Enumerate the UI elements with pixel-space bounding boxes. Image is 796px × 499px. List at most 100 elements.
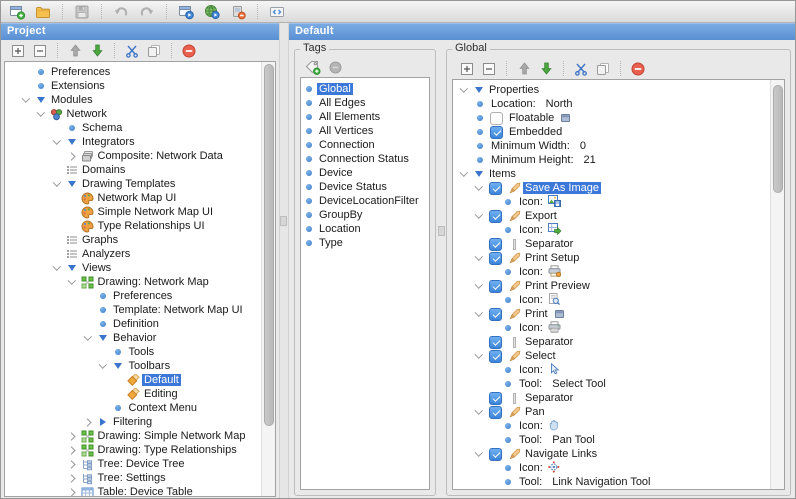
global-group-row[interactable]: Items — [453, 167, 771, 181]
tree-expander-closed[interactable] — [66, 488, 79, 496]
project-tree-row[interactable]: Views — [5, 261, 262, 275]
tree-expander-open[interactable] — [457, 168, 470, 177]
tree-expander-closed[interactable] — [66, 446, 79, 455]
checkbox-checked[interactable] — [489, 405, 502, 419]
toolbar-item-row[interactable]: Pan — [453, 405, 771, 419]
toolbar-item-row[interactable]: Export — [453, 209, 771, 223]
project-tree-row[interactable]: Table: Device Table — [5, 485, 262, 496]
open-project-button[interactable] — [30, 2, 56, 21]
project-tree-row[interactable]: Extensions — [5, 79, 262, 93]
global-group-row[interactable]: Properties — [453, 83, 771, 97]
checkbox-checked[interactable] — [489, 279, 502, 293]
tag-list-item[interactable]: Device — [301, 166, 429, 180]
checkbox-checked[interactable] — [489, 307, 502, 321]
tool-property-value[interactable]: Link Navigation Tool — [552, 476, 650, 488]
show-console-button[interactable] — [264, 2, 290, 21]
tag-list-item[interactable]: Connection Status — [301, 152, 429, 166]
global-scrollbar[interactable] — [770, 80, 784, 489]
stop-button[interactable] — [225, 2, 251, 21]
project-tree-row[interactable]: Preferences — [5, 65, 262, 79]
property-value[interactable]: North — [546, 98, 573, 110]
tool-property-value[interactable]: Pan Tool — [552, 434, 595, 446]
project-tree-row[interactable]: Graphs — [5, 233, 262, 247]
project-tree-row[interactable]: Behavior — [5, 331, 262, 345]
project-tree-row[interactable]: Schema — [5, 121, 262, 135]
tree-expander-open[interactable] — [472, 252, 485, 261]
project-tree-row[interactable]: Network — [5, 107, 262, 121]
item-icon-row[interactable]: Icon: — [453, 292, 771, 308]
tree-expander-open[interactable] — [472, 350, 485, 359]
tree-expander-closed[interactable] — [66, 152, 79, 161]
tree-expander-open[interactable] — [472, 210, 485, 219]
checkbox-checked[interactable] — [489, 391, 502, 405]
tree-expander-open[interactable] — [35, 108, 48, 117]
tag-list-item[interactable]: Connection — [301, 138, 429, 152]
item-icon-row[interactable]: Icon: — [453, 362, 771, 377]
tree-expander-open[interactable] — [50, 262, 63, 271]
save-button[interactable] — [69, 2, 95, 21]
tool-property-value[interactable]: Select Tool — [552, 378, 606, 390]
toolbar-item-row[interactable]: Navigate Links — [453, 447, 771, 461]
project-tree-row[interactable]: Drawing Templates — [5, 177, 262, 191]
tags-global-splitter-handle[interactable] — [438, 226, 445, 236]
checkbox-checked[interactable] — [489, 209, 502, 223]
project-tree-row[interactable]: Context Menu — [5, 401, 262, 415]
item-tool-row[interactable]: Tool: Select Tool — [453, 377, 771, 391]
tree-expander-open[interactable] — [472, 182, 485, 191]
tree-expander-closed[interactable] — [66, 432, 79, 441]
item-icon-row[interactable]: Icon: — [453, 194, 771, 209]
project-tree-row[interactable]: Preferences — [5, 289, 262, 303]
toolbar-item-row[interactable]: Print Setup — [453, 251, 771, 265]
expand-all-button[interactable] — [456, 60, 478, 77]
project-tree-row[interactable]: Filtering — [5, 415, 262, 429]
run-web-button[interactable] — [199, 2, 225, 21]
toolbar-item-row[interactable]: Print — [453, 307, 771, 321]
toolbar-item-row[interactable]: Select — [453, 349, 771, 363]
checkbox-checked[interactable] — [489, 335, 502, 349]
checkbox-checked[interactable] — [489, 251, 502, 265]
move-up-button[interactable] — [513, 60, 535, 77]
icon-property-value[interactable] — [548, 292, 560, 308]
expand-all-button[interactable] — [7, 42, 29, 59]
property-value[interactable]: 21 — [584, 154, 596, 166]
copy-button[interactable] — [143, 42, 165, 59]
tree-expander-closed[interactable] — [81, 418, 94, 427]
project-scrollbar-thumb[interactable] — [264, 64, 274, 427]
project-tree-row[interactable]: Drawing: Network Map — [5, 275, 262, 289]
tree-expander-open[interactable] — [457, 84, 470, 93]
property-row[interactable]: Location: North — [453, 97, 771, 111]
checkbox-checked[interactable] — [490, 125, 503, 139]
cut-button[interactable] — [121, 42, 143, 59]
tree-expander-open[interactable] — [472, 308, 485, 317]
tree-expander-closed[interactable] — [66, 460, 79, 469]
tree-expander-open[interactable] — [97, 360, 110, 369]
tag-list-item[interactable]: GroupBy — [301, 208, 429, 222]
project-tree-row[interactable]: Composite: Network Data — [5, 149, 262, 163]
icon-property-value[interactable] — [548, 419, 560, 434]
property-checkbox-row[interactable]: Embedded — [453, 125, 771, 139]
checkbox-checked[interactable] — [489, 349, 502, 363]
tag-list-item[interactable]: Type — [301, 236, 429, 250]
project-tree-row[interactable]: Domains — [5, 163, 262, 177]
copy-button[interactable] — [592, 60, 614, 77]
remove-button[interactable] — [627, 60, 649, 77]
project-tree-row[interactable]: Template: Network Map UI — [5, 303, 262, 317]
property-value[interactable]: 0 — [580, 140, 586, 152]
tree-expander-open[interactable] — [81, 332, 94, 341]
tree-expander-open[interactable] — [472, 280, 485, 289]
project-tree-row[interactable]: Analyzers — [5, 247, 262, 261]
project-tree-row[interactable]: Drawing: Type Relationships — [5, 443, 262, 457]
run-application-button[interactable] — [173, 2, 199, 21]
project-tree-row[interactable]: Network Map UI — [5, 191, 262, 205]
move-up-button[interactable] — [64, 42, 86, 59]
property-row[interactable]: Minimum Width: 0 — [453, 139, 771, 153]
global-scrollbar-thumb[interactable] — [773, 85, 783, 194]
move-down-button[interactable] — [86, 42, 108, 59]
tag-list-item[interactable]: All Edges — [301, 96, 429, 110]
icon-property-value[interactable] — [548, 320, 561, 336]
tree-expander-open[interactable] — [66, 276, 79, 285]
collapse-all-button[interactable] — [478, 60, 500, 77]
item-tool-row[interactable]: Tool: Pan Tool — [453, 433, 771, 447]
toolbar-item-row[interactable]: Print Preview — [453, 279, 771, 293]
tag-list-item[interactable]: Global — [301, 82, 429, 96]
